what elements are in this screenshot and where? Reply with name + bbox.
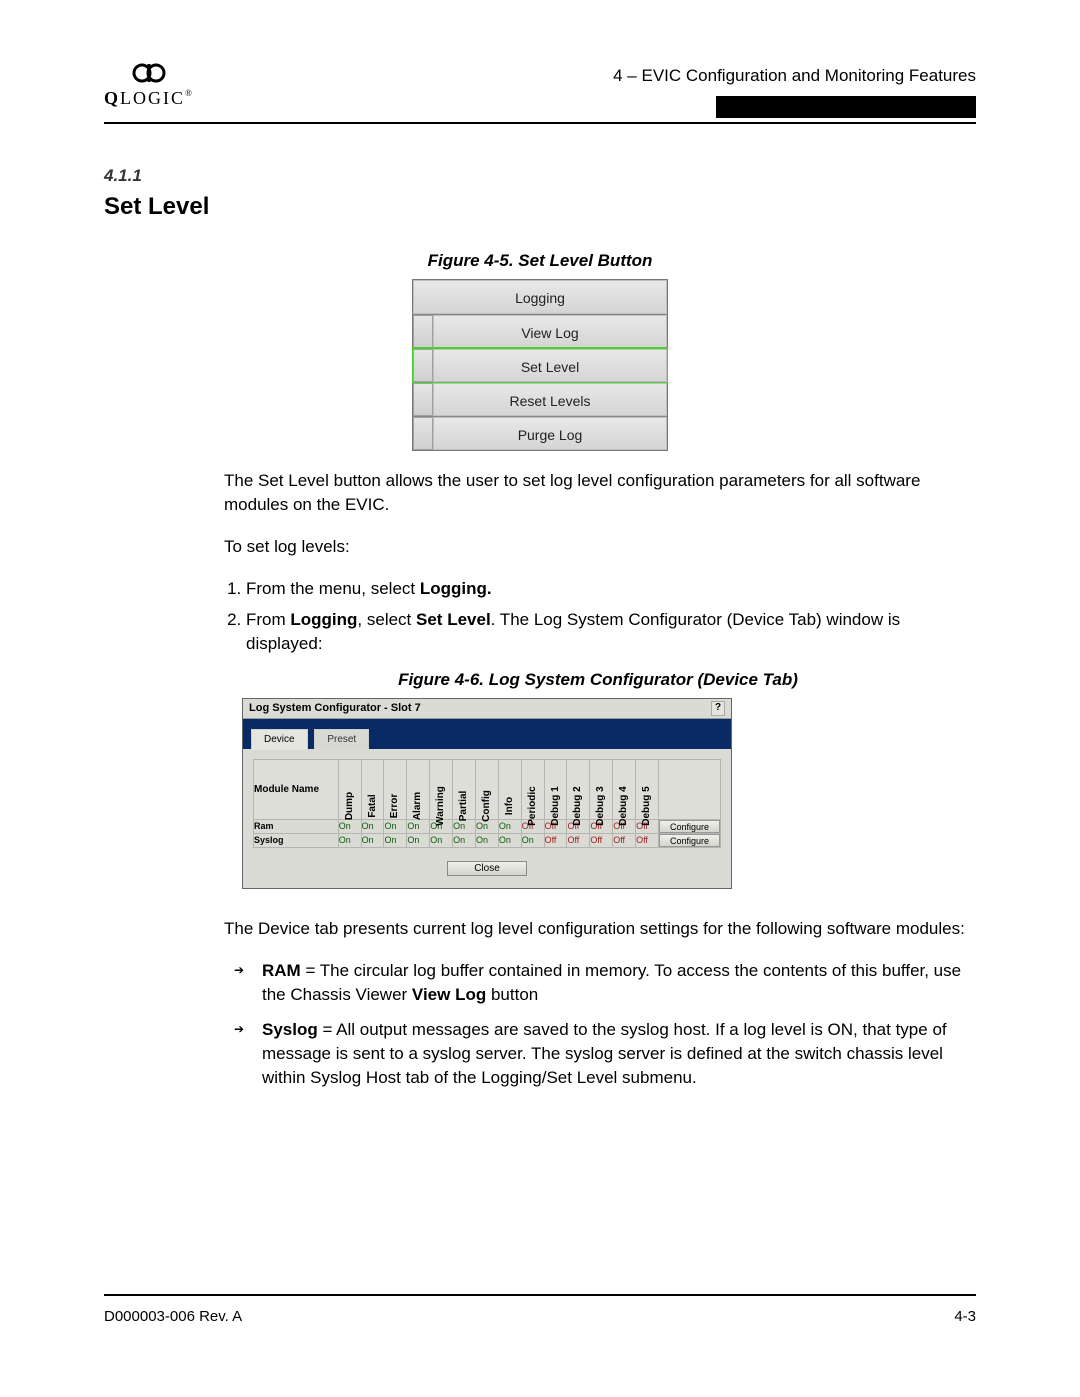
menu-item-reset-levels[interactable]: Reset Levels [433,383,667,416]
col-error: Error [384,760,407,820]
col-info: Info [498,760,521,820]
table-row-syslog: Syslog On On On On On On On On On Off [254,834,721,848]
tab-device[interactable]: Device [251,729,308,750]
tabs-bar: Device Preset [243,719,731,749]
section-number: 4.1.1 [104,164,976,188]
footer-docid: D000003-006 Rev. A [104,1306,242,1327]
col-partial: Partial [453,760,476,820]
col-module-name: Module Name [254,760,339,820]
menu-item-purge-log[interactable]: Purge Log [433,417,667,450]
menu-item-view-log[interactable]: View Log [433,315,667,348]
paragraph: The Device tab presents current log leve… [224,917,972,941]
figure-4-6-caption: Figure 4-6. Log System Configurator (Dev… [224,668,972,692]
section-title: Set Level [104,190,976,224]
paragraph: The Set Level button allows the user to … [224,469,972,517]
window-title: Log System Configurator - Slot 7 [249,701,421,716]
submenu-handle[interactable] [413,383,433,416]
col-fatal: Fatal [361,760,384,820]
log-configurator-window: Log System Configurator - Slot 7 ? Devic… [242,698,732,889]
col-warning: Warning [430,760,453,820]
figure-4-5-caption: Figure 4-5. Set Level Button [104,249,976,273]
col-debug4: Debug 4 [613,760,636,820]
close-button[interactable]: Close [447,861,527,876]
submenu-handle[interactable] [413,417,433,450]
col-alarm: Alarm [407,760,430,820]
step-2: From Logging, select Set Level. The Log … [246,608,972,656]
numbered-steps: From the menu, select Logging. From Logg… [246,577,972,656]
chapter-title: 4 – EVIC Configuration and Monitoring Fe… [613,64,976,88]
list-item: Syslog = All output messages are saved t… [234,1018,972,1089]
bulleted-list: RAM = The circular log buffer contained … [234,959,972,1090]
paragraph: To set log levels: [224,535,972,559]
submenu-handle[interactable] [413,349,433,382]
qlogic-logo: QLOGIC® [104,60,194,122]
page-footer: D000003-006 Rev. A 4-3 [104,1294,976,1327]
step-1: From the menu, select Logging. [246,577,972,601]
logo-text: LOGIC [120,88,185,108]
log-level-table: Module Name Dump Fatal Error Alarm Warni… [253,759,721,848]
list-item: RAM = The circular log buffer contained … [234,959,972,1007]
col-config: Config [475,760,498,820]
menu-header-logging[interactable]: Logging [413,280,667,314]
col-debug1: Debug 1 [544,760,567,820]
col-periodic: Periodic [521,760,544,820]
col-debug2: Debug 2 [567,760,590,820]
menu-item-set-level[interactable]: Set Level [433,349,667,382]
footer-page: 4-3 [954,1306,976,1327]
header-accent-bar [716,96,976,118]
logging-menu: Logging View Log Set Level Reset Levels … [412,279,668,451]
row-name: Ram [254,820,339,834]
col-debug5: Debug 5 [636,760,659,820]
logo-glyph [104,62,194,89]
submenu-handle[interactable] [413,315,433,348]
page-header: QLOGIC® 4 – EVIC Configuration and Monit… [104,60,976,124]
tab-preset[interactable]: Preset [314,729,369,750]
configure-button[interactable]: Configure [659,834,720,847]
row-name: Syslog [254,834,339,848]
help-button[interactable]: ? [711,701,725,716]
configure-button[interactable]: Configure [659,820,720,833]
col-debug3: Debug 3 [590,760,613,820]
col-dump: Dump [338,760,361,820]
